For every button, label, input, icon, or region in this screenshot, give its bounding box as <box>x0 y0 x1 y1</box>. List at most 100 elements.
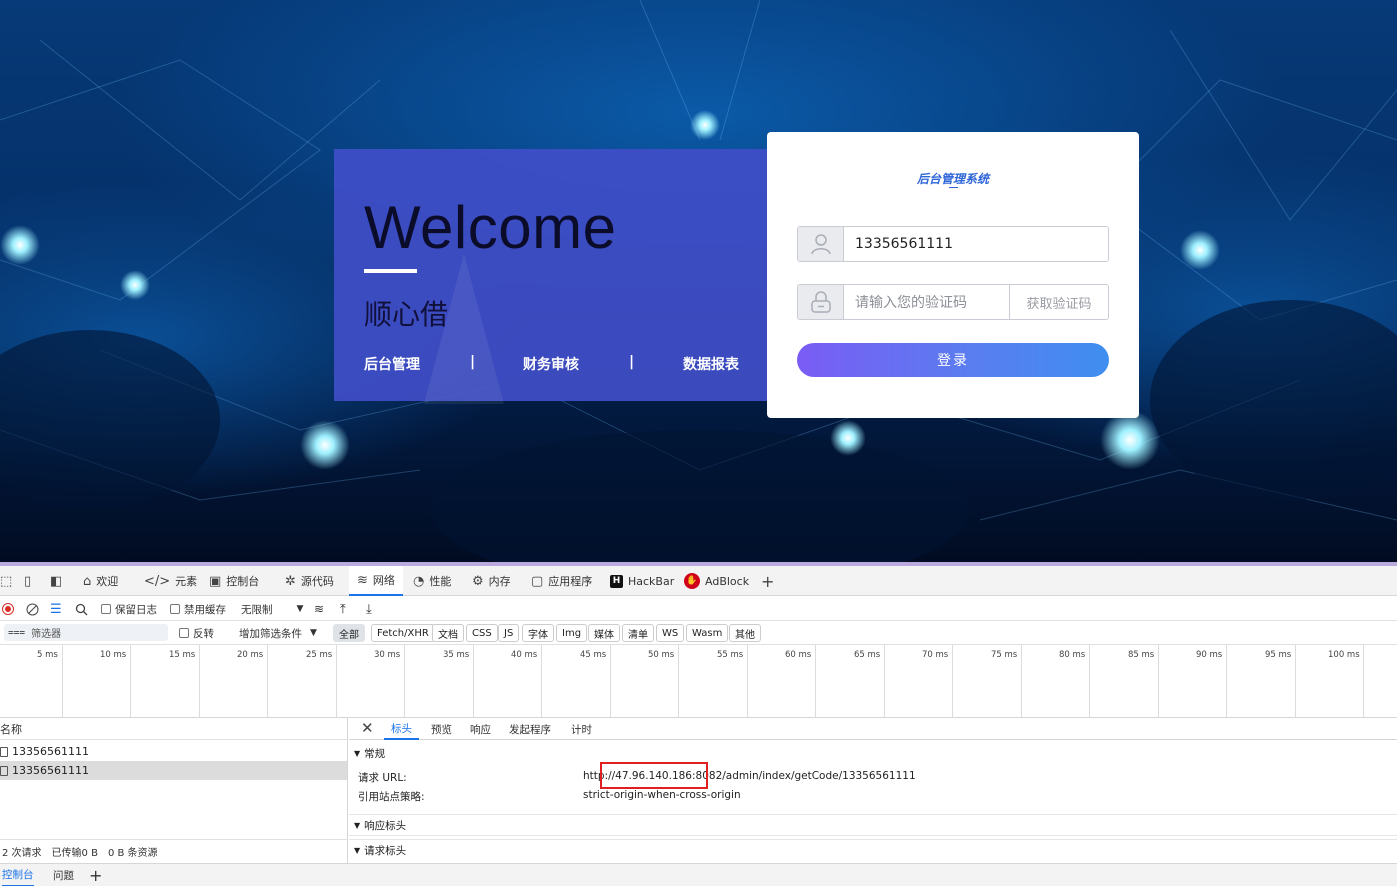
phone-input[interactable]: 13356561111 <box>844 227 1108 261</box>
tab-response[interactable]: 响应 <box>470 718 491 740</box>
glow-dot <box>690 110 720 140</box>
user-icon <box>798 227 844 261</box>
home-icon: ⌂ <box>83 573 92 589</box>
tab-adblock[interactable]: ✋ AdBlock <box>684 566 749 596</box>
document-icon <box>0 765 8 776</box>
add-tab-button[interactable]: + <box>761 566 774 596</box>
glow-dot <box>300 420 350 470</box>
tab-network[interactable]: ≋ 网络 <box>349 566 403 596</box>
code-input[interactable]: 请输入您的验证码 <box>844 285 1009 319</box>
application-icon: ▢ <box>531 573 544 589</box>
code-input-placeholder: 请输入您的验证码 <box>855 295 967 311</box>
request-row[interactable]: 13356561111 <box>0 742 347 761</box>
name-column-header[interactable]: 名称 <box>0 718 347 740</box>
tab-console[interactable]: ▣ 控制台 <box>209 566 259 596</box>
search-button[interactable] <box>75 597 88 621</box>
lock-icon <box>798 285 844 319</box>
filter-icon: ⩶ <box>8 627 26 638</box>
drawer-tabbar: 控制台 问题 + <box>0 863 1397 886</box>
chip-font[interactable]: 字体 <box>522 624 554 642</box>
tab-memory[interactable]: ⚙ 内存 <box>472 566 511 596</box>
chip-fetch-xhr[interactable]: Fetch/XHR <box>371 624 435 642</box>
download-icon: ⤓ <box>366 601 372 617</box>
response-headers-section-header[interactable]: ▼ 响应标头 <box>349 814 1397 836</box>
general-section-header[interactable]: ▼ 常规 <box>349 742 1397 764</box>
drawer-tab-issues[interactable]: 问题 <box>53 864 74 886</box>
close-icon[interactable]: ✕ <box>361 719 374 737</box>
inspect-icon[interactable]: ⬚ <box>0 566 12 596</box>
chip-all[interactable]: 全部 <box>333 624 365 642</box>
phone-field[interactable]: 13356561111 <box>797 226 1109 262</box>
record-button[interactable] <box>2 597 14 621</box>
request-headers-section-header[interactable]: ▼ 请求标头 <box>349 839 1397 861</box>
console-icon: ▣ <box>209 573 222 589</box>
login-button[interactable]: 登录 <box>797 343 1109 377</box>
chip-wasm[interactable]: Wasm <box>686 624 729 642</box>
tab-application[interactable]: ▢ 应用程序 <box>531 566 592 596</box>
tab-sources[interactable]: ✲ 源代码 <box>285 566 334 596</box>
export-har-button[interactable]: ⤓ <box>366 597 372 621</box>
filter-bar: ⩶ 筛选器 反转 增加筛选条件 ▼ 全部 Fetch/XHR 文档 CSS JS 字… <box>0 621 1397 645</box>
tab-timing[interactable]: 计时 <box>571 718 592 740</box>
referrer-policy-value: strict-origin-when-cross-origin <box>583 789 741 801</box>
device-toolbar-icon[interactable]: ▯ <box>24 566 31 596</box>
tab-preview[interactable]: 预览 <box>431 718 452 740</box>
welcome-subtitle: 顺心借 <box>364 298 449 331</box>
code-icon: </> <box>144 573 171 589</box>
upload-icon: ⤒ <box>340 601 346 617</box>
chip-css[interactable]: CSS <box>466 624 498 642</box>
more-filters-dropdown[interactable]: 增加筛选条件 ▼ <box>239 621 317 645</box>
wifi-icon: ≋ <box>357 572 368 588</box>
preserve-log-checkbox[interactable]: 保留日志 <box>101 597 157 621</box>
request-row-selected[interactable]: 13356561111 <box>0 761 347 780</box>
chip-ws[interactable]: WS <box>656 624 685 642</box>
bug-icon: ✲ <box>285 573 296 589</box>
nav-item-admin[interactable]: 后台管理 <box>364 354 420 374</box>
chip-img[interactable]: Img <box>556 624 588 642</box>
throttle-select[interactable]: 无限制 ▼ <box>241 597 303 621</box>
tab-elements[interactable]: </> 元素 <box>144 566 197 596</box>
login-title-underline <box>949 187 958 188</box>
filter-toggle-button[interactable]: ☰ <box>50 597 62 621</box>
tab-performance[interactable]: ◔ 性能 <box>413 566 451 596</box>
triangle-down-icon: ▼ <box>354 820 361 830</box>
tab-headers[interactable]: 标头 <box>384 718 419 740</box>
welcome-title: Welcome <box>364 194 617 261</box>
wifi-settings-icon: ≋ <box>314 602 325 616</box>
request-url-label: 请求 URL: <box>358 772 407 784</box>
dock-icon[interactable]: ◧ <box>50 566 62 596</box>
adblock-icon: ✋ <box>684 573 700 589</box>
chip-doc[interactable]: 文档 <box>432 624 464 642</box>
network-timeline[interactable]: 5 ms 10 ms 15 ms 20 ms 25 ms 30 ms 35 ms 40 ms 4… <box>0 645 1397 718</box>
glow-dot <box>1180 230 1220 270</box>
get-code-button[interactable]: 获取验证码 <box>1009 285 1108 319</box>
code-field[interactable]: 请输入您的验证码 获取验证码 <box>797 284 1109 320</box>
import-har-button[interactable]: ⤒ <box>340 597 346 621</box>
tab-welcome[interactable]: ⌂ 欢迎 <box>83 566 118 596</box>
chip-other[interactable]: 其他 <box>729 624 761 642</box>
add-drawer-tab-button[interactable]: + <box>89 864 102 886</box>
network-conditions-button[interactable]: ≋ <box>314 597 324 621</box>
chip-media[interactable]: 媒体 <box>588 624 620 642</box>
search-icon <box>75 603 88 615</box>
memory-icon: ⚙ <box>472 573 484 589</box>
chip-manifest[interactable]: 清单 <box>622 624 654 642</box>
nav-separator: | <box>629 354 635 370</box>
chevron-down-icon: ▼ <box>296 604 304 614</box>
login-title: 后台管理系统 <box>916 172 989 186</box>
timeline-gridline <box>0 645 1364 718</box>
filter-input[interactable]: ⩶ 筛选器 <box>4 624 168 641</box>
page-viewport: Welcome 顺心借 后台管理 | 财务审核 | 数据报表 后台管理系统 13… <box>0 0 1397 562</box>
chip-js[interactable]: JS <box>498 624 520 642</box>
nav-item-finance[interactable]: 财务审核 <box>523 354 579 374</box>
disable-cache-checkbox[interactable]: 禁用缓存 <box>170 597 226 621</box>
nav-item-reports[interactable]: 数据报表 <box>683 354 739 374</box>
tab-hackbar[interactable]: H HackBar <box>610 566 674 596</box>
clear-button[interactable] <box>26 597 39 621</box>
document-icon <box>0 746 8 757</box>
highlight-box <box>600 762 708 789</box>
drawer-tab-console[interactable]: 控制台 <box>2 864 34 886</box>
triangle-down-icon: ▼ <box>354 846 361 855</box>
tab-initiator[interactable]: 发起程序 <box>509 718 551 740</box>
invert-checkbox[interactable]: 反转 <box>179 621 214 645</box>
